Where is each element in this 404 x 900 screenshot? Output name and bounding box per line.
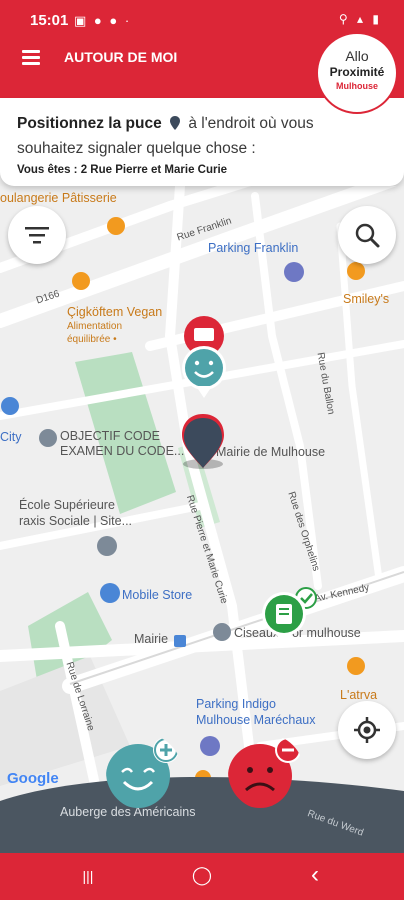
status-bar: 15:01 ▣ ● ● · ⚲ ▴ ▮: [0, 0, 404, 38]
map-label-ecole-2: raxis Sociale | Site...: [19, 514, 133, 528]
instruction-text-2: souhaitez signaler quelque chose :: [17, 140, 256, 157]
map-label-auberge: Auberge des Américains: [60, 805, 196, 819]
happy-report-button[interactable]: [106, 734, 182, 810]
sad-report-button[interactable]: [228, 734, 304, 810]
back-button[interactable]: ‹: [300, 861, 330, 889]
locate-icon: [354, 717, 380, 743]
search-icon: [355, 223, 380, 248]
map-label-objectif-2: EXAMEN DU CODE...: [60, 444, 185, 458]
position-pin[interactable]: [178, 410, 228, 500]
map-label-parking-indigo-1: Parking Indigo: [196, 697, 276, 711]
map-label-cigkoftem-sub2: équilibrée •: [67, 334, 117, 345]
hamburger-menu-button[interactable]: [18, 44, 44, 70]
map-view[interactable]: oulangerie Pâtisserie Rue Franklin Parki…: [0, 186, 404, 853]
locate-button[interactable]: [338, 701, 396, 759]
page-title: AUTOUR DE MOI: [64, 49, 178, 65]
filter-button[interactable]: [8, 206, 66, 264]
map-label-mairie-stop: Mairie: [134, 632, 169, 646]
report-marker-cluster[interactable]: [178, 316, 230, 406]
status-time: 15:01: [30, 12, 69, 29]
map-label-parking-franklin: Parking Franklin: [208, 241, 299, 255]
recent-apps-button[interactable]: |||: [73, 868, 103, 884]
report-marker-waste[interactable]: [262, 584, 320, 656]
map-label-smileys: Smiley's: [343, 292, 390, 306]
map-label-mobile-store: Mobile Store: [122, 588, 193, 602]
map-label-ecole-1: École Supérieure: [19, 498, 115, 512]
current-address: Vous êtes : 2 Rue Pierre et Marie Curie: [17, 164, 228, 176]
map-label-cigkoftem: Çigköftem Vegan: [67, 305, 163, 319]
map-label-cigkoftem-sub1: Alimentation: [67, 321, 123, 332]
map-label-city: City: [0, 430, 22, 444]
search-button[interactable]: [338, 206, 396, 264]
home-button[interactable]: ◯: [187, 865, 217, 886]
pin-icon: [170, 116, 181, 130]
system-icons: ⚲ ▴ ▮: [338, 12, 382, 26]
map-label-objectif-1: OBJECTIF CODE: [60, 429, 161, 443]
hamburger-icon: [22, 50, 40, 53]
instruction-text: Positionnez la puce à l'endroit où vous: [17, 115, 314, 132]
map-label-latrva: L'atrva: [340, 688, 378, 702]
system-navigation-bar: ||| ◯ ‹: [0, 853, 404, 900]
allo-proximite-logo: Allo Proximité Mulhouse: [316, 32, 398, 114]
filter-icon: [25, 227, 49, 244]
map-label-bakery: oulangerie Pâtisserie: [0, 191, 117, 205]
notification-icons: ▣ ● ● ·: [74, 13, 132, 28]
map-label-mairie-mulhouse: Mairie de Mulhouse: [216, 445, 326, 459]
map-label-parking-indigo-2: Mulhouse Maréchaux: [196, 713, 316, 727]
